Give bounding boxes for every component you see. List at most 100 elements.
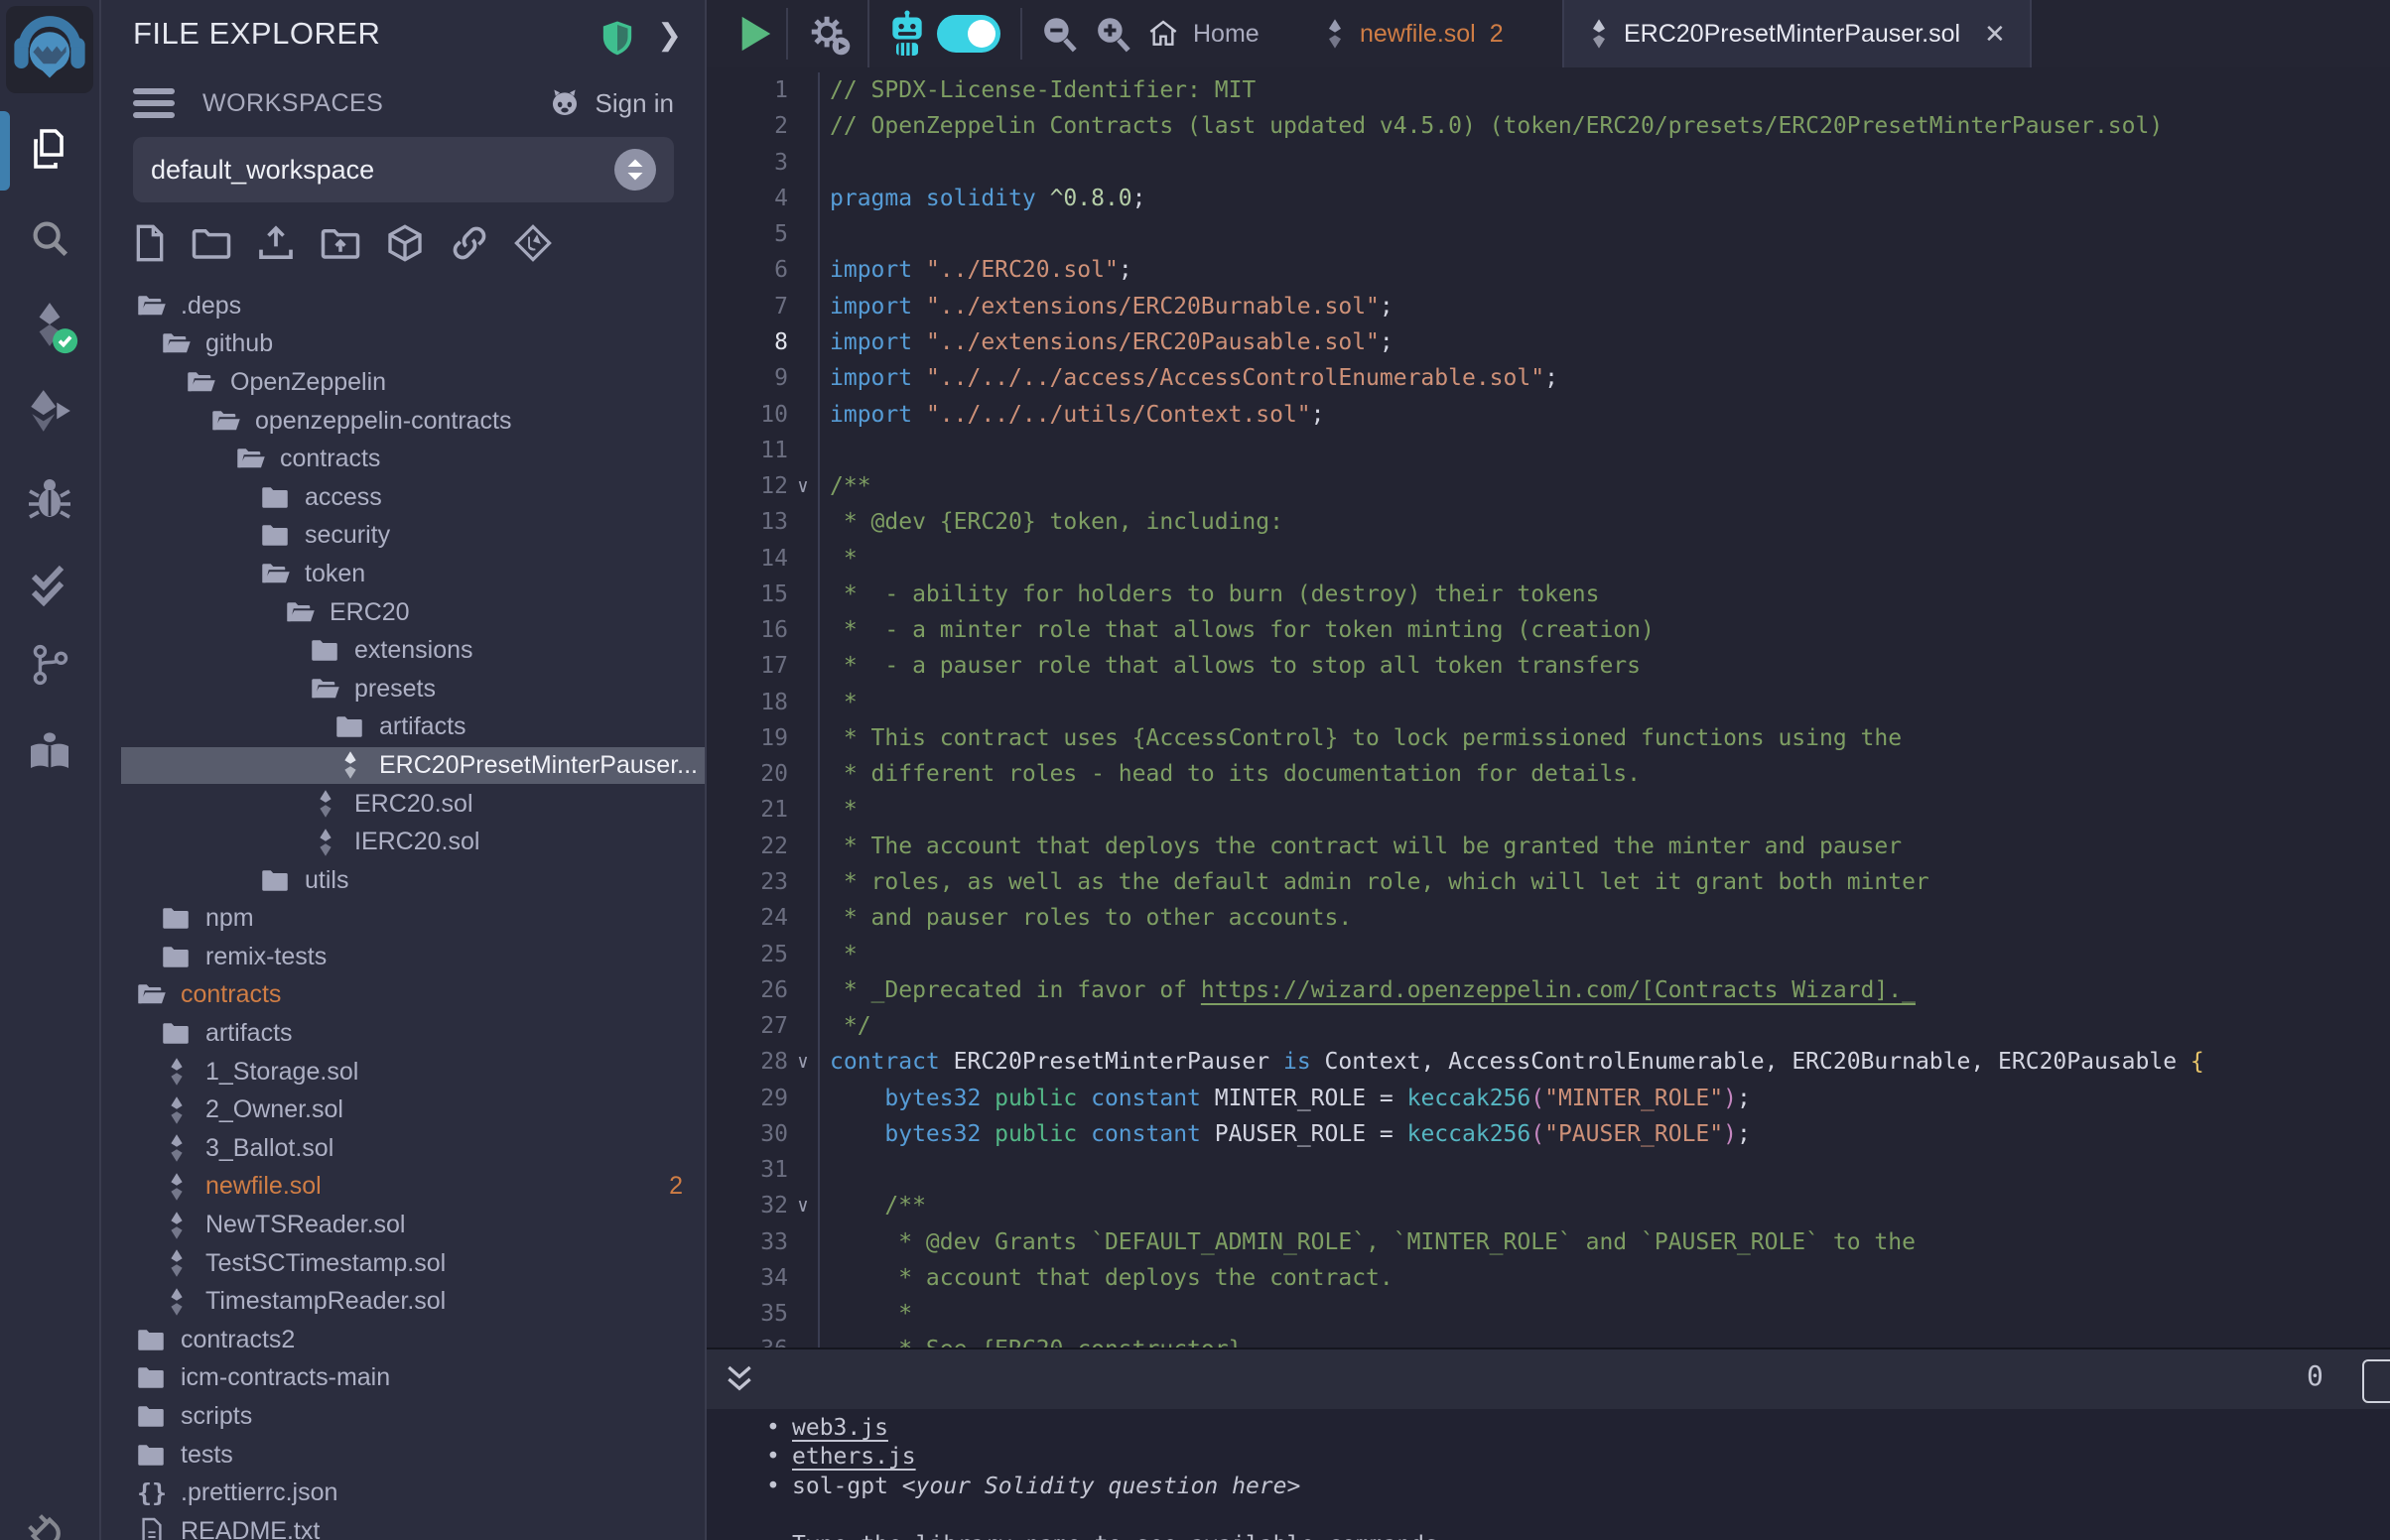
sidebar-item-learneth[interactable] [0,720,99,784]
code-line-9: 9import "../../../access/AccessControlEn… [707,360,2390,396]
line-number: 5 [707,221,788,247]
tree-item-npm[interactable]: npm [101,900,705,939]
sidebar-item-plugin-manager[interactable] [0,1504,99,1540]
tree-item-scripts[interactable]: scripts [101,1397,705,1436]
tree-item-erc20-sol[interactable]: ERC20.sol [101,785,705,824]
panel-expand-chevron[interactable]: ❯ [657,18,682,53]
terminal-link[interactable]: web3.js [792,1415,888,1441]
zoom-out-button[interactable] [1038,0,1080,67]
tree-item-artifacts[interactable]: artifacts [101,708,705,747]
tree-item-openzeppelin-contracts[interactable]: openzeppelin-contracts [101,402,705,441]
workspaces-row: WORKSPACES Sign in [133,83,674,123]
tree-item--deps[interactable]: .deps [101,287,705,325]
tree-item--prettierrc-json[interactable]: {}.prettierrc.json [101,1474,705,1512]
code-editor[interactable]: 1// SPDX-License-Identifier: MIT2// Open… [707,67,2390,1348]
tree-item-testsctimestamp-sol[interactable]: TestSCTimestamp.sol [101,1244,705,1283]
tree-item-icm-contracts-main[interactable]: icm-contracts-main [101,1359,705,1398]
tree-item-3-ballot-sol[interactable]: 3_Ballot.sol [101,1129,705,1168]
compile-run-settings-button[interactable] [806,0,852,67]
tab-erc20presetminterpauser[interactable]: ERC20PresetMinterPauser.sol ✕ [1562,0,2032,67]
tree-item-label: access [305,483,382,512]
sidebar-item-git[interactable] [0,633,99,697]
tree-item-security[interactable]: security [101,517,705,556]
tree-item-ierc20-sol[interactable]: IERC20.sol [101,823,705,861]
sidebar-item-search[interactable] [0,206,99,270]
ai-copilot-toggle[interactable] [937,0,1000,67]
fold-chevron-icon[interactable]: ∨ [788,1051,818,1073]
tree-item-remix-tests[interactable]: remix-tests [101,938,705,976]
tree-item-timestampreader-sol[interactable]: TimestampReader.sol [101,1282,705,1321]
sidebar-item-debugger[interactable] [0,466,99,530]
tree-item-erc20presetminterpauser-[interactable]: ERC20PresetMinterPauser... [101,746,705,785]
sol-icon [310,789,341,819]
tree-item-contracts[interactable]: contracts [101,440,705,478]
line-number: 8 [707,329,788,355]
tree-item-utils[interactable]: utils [101,861,705,900]
sol-icon [334,750,366,780]
code-text: import "../../../utils/Context.sol"; [818,396,2390,432]
tree-item-label: OpenZeppelin [230,368,386,397]
code-text: * roles, as well as the default admin ro… [818,864,2390,900]
tree-item-presets[interactable]: presets [101,670,705,708]
tree-item-2-owner-sol[interactable]: 2_Owner.sol [101,1091,705,1129]
sidebar-item-file-explorer[interactable] [0,117,99,181]
fold-chevron-icon[interactable]: ∨ [788,475,818,497]
tree-item-contracts2[interactable]: contracts2 [101,1321,705,1359]
tree-item-contracts[interactable]: contracts [101,976,705,1015]
tree-item-label: presets [354,675,436,704]
remix-logo[interactable] [6,6,93,93]
tree-item-extensions[interactable]: extensions [101,631,705,670]
code-text: contract ERC20PresetMinterPauser is Cont… [818,1044,2390,1080]
upload-file-icon[interactable] [256,223,296,263]
upload-folder-icon[interactable] [320,225,361,261]
code-line-17: 17 * - a pauser role that allows to stop… [707,648,2390,684]
tree-item-newfile-sol[interactable]: newfile.sol2 [101,1168,705,1207]
terminal-output[interactable]: •web3.js•ethers.js•sol-gpt <your Solidit… [707,1409,2390,1540]
terminal-search-input[interactable] [2362,1359,2390,1403]
double-check-icon [26,562,73,609]
workspaces-menu-icon[interactable] [133,88,175,118]
git-clone-icon[interactable] [514,224,552,262]
bullet-icon: • [766,1415,792,1441]
file-explorer-actions [133,222,552,264]
tree-item-erc20[interactable]: ERC20 [101,593,705,632]
tree-item-readme-txt[interactable]: README.txt [101,1512,705,1540]
tab-home[interactable]: Home [1124,0,1283,67]
run-script-button[interactable] [736,0,774,67]
ipfs-cube-icon[interactable] [385,222,425,264]
terminal-text: Type the library name to see available c… [792,1532,1452,1540]
tree-item-tests[interactable]: tests [101,1436,705,1475]
link-icon[interactable] [449,223,490,263]
tree-item-github[interactable]: github [101,325,705,364]
sidebar-item-static-analysis[interactable] [0,554,99,617]
code-text: /** [818,1188,2390,1223]
tree-item-label: utils [305,866,348,895]
sidebar-item-deploy-run[interactable] [0,379,99,443]
terminal-collapse-button[interactable] [725,1363,754,1395]
code-line-6: 6import "../ERC20.sol"; [707,252,2390,288]
workspace-select[interactable]: default_workspace [133,137,674,202]
tree-item-openzeppelin[interactable]: OpenZeppelin [101,363,705,402]
tree-item-token[interactable]: token [101,555,705,593]
tree-item-label: newfile.sol [205,1172,322,1201]
sidebar-item-solidity-compiler[interactable] [0,294,99,357]
close-tab-icon[interactable]: ✕ [1984,19,2006,50]
github-signin-button[interactable]: Sign in [546,86,675,120]
terminal-link[interactable]: ethers.js [792,1444,916,1470]
tree-item-artifacts[interactable]: artifacts [101,1014,705,1053]
new-folder-icon[interactable] [191,225,232,261]
sol-icon [310,828,341,857]
code-line-25: 25 * [707,936,2390,971]
code-text: import "../ERC20.sol"; [818,252,2390,288]
tree-item-label: ERC20PresetMinterPauser... [379,751,698,780]
tree-item-1-storage-sol[interactable]: 1_Storage.sol [101,1053,705,1091]
file-icon [136,1516,168,1540]
ai-copilot-button[interactable] [885,0,929,67]
tree-item-newtsreader-sol[interactable]: NewTSReader.sol [101,1206,705,1244]
tree-item-access[interactable]: access [101,478,705,517]
folder-open-icon [260,562,292,586]
tab-newfile[interactable]: newfile.sol 2 [1300,0,1527,67]
fold-chevron-icon[interactable]: ∨ [788,1195,818,1217]
new-file-icon[interactable] [133,223,167,263]
git-branch-icon [27,642,72,688]
